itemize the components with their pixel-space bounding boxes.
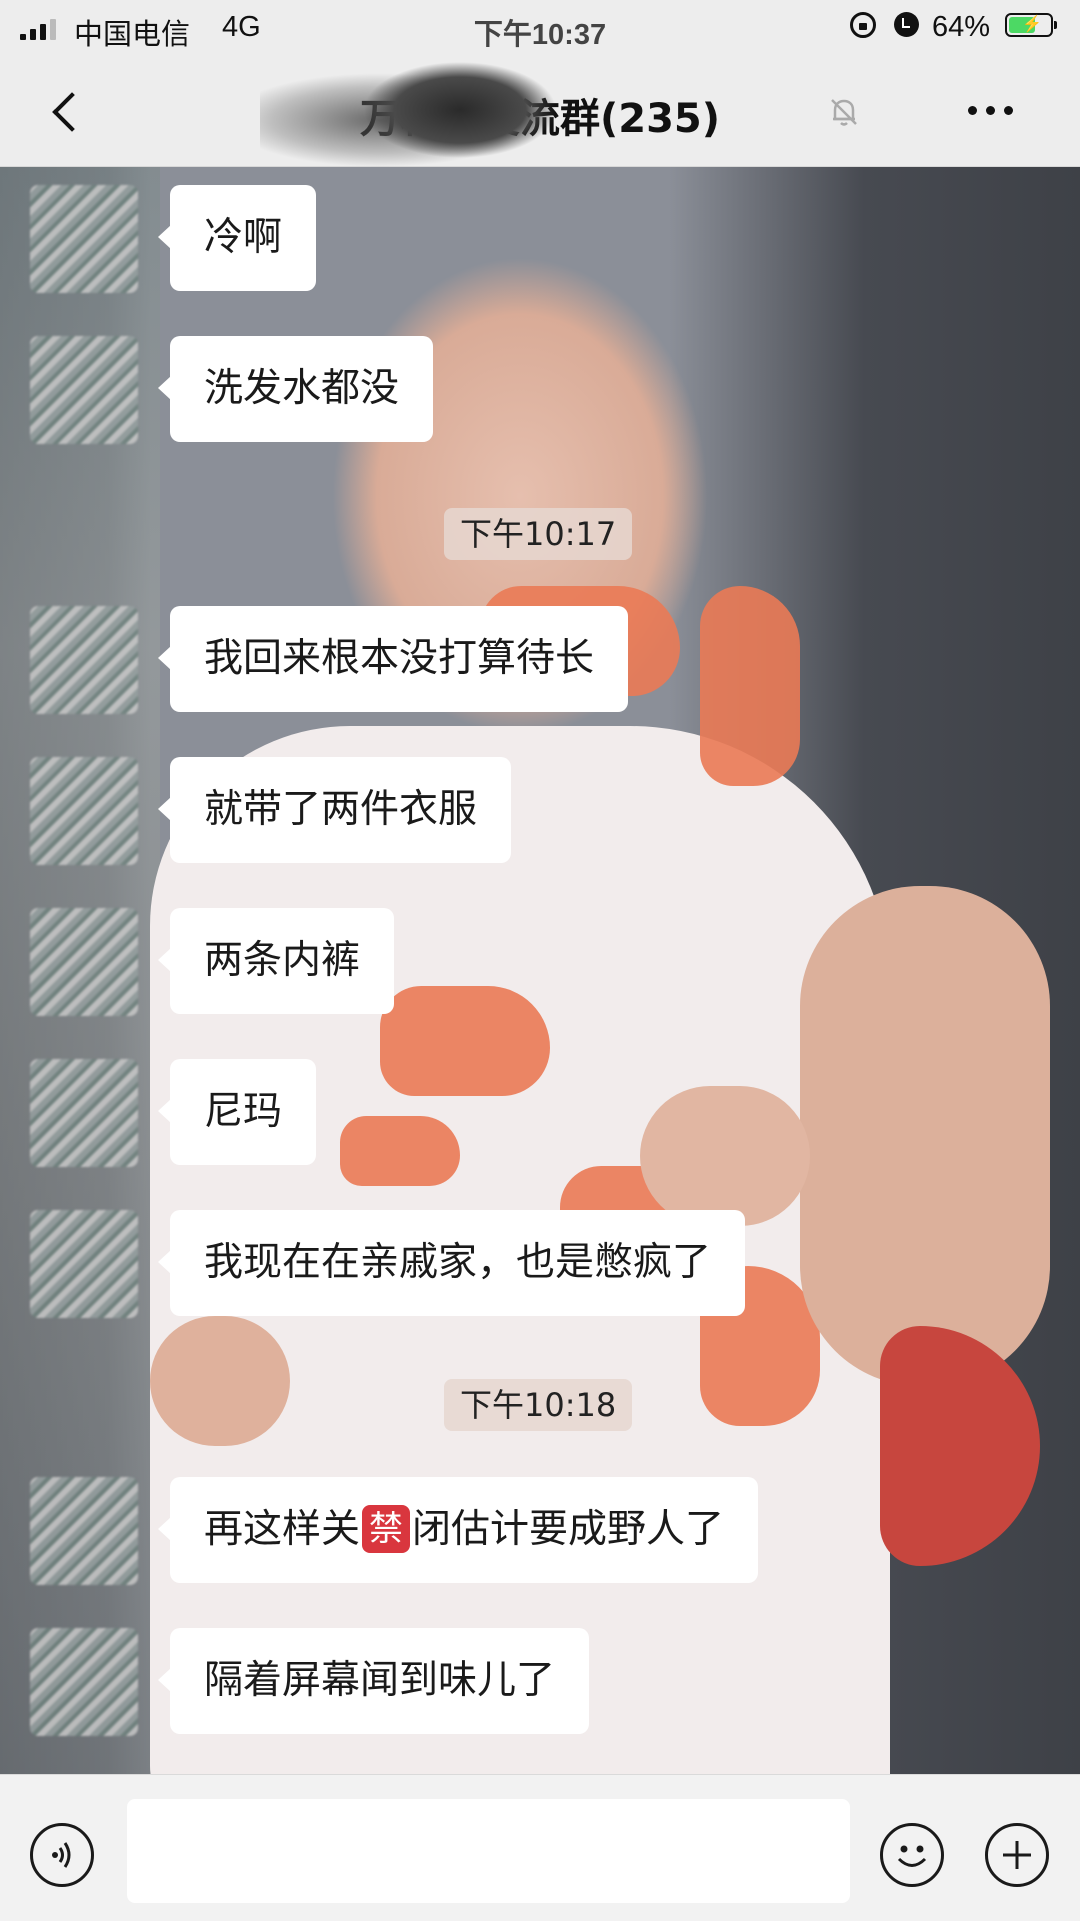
chat-header: 万科…交流群(235) bbox=[0, 56, 1080, 167]
message-text-part: 再这样关 bbox=[204, 1507, 361, 1552]
message-bubble[interactable]: 我回来根本没打算待长 bbox=[157, 606, 629, 712]
message-row: 再这样关禁闭估计要成野人了 bbox=[0, 1471, 1080, 1585]
message-input[interactable] bbox=[127, 1799, 850, 1903]
message-bubble[interactable]: 再这样关禁闭估计要成野人了 bbox=[157, 1477, 759, 1583]
message-bubble[interactable]: 我现在在亲戚家，也是憋疯了 bbox=[157, 1210, 746, 1316]
battery-percent: 64% bbox=[932, 11, 991, 43]
status-bar: 中国电信 4G 下午10:37 64% ⚡ bbox=[0, 0, 1080, 56]
avatar[interactable] bbox=[30, 1210, 138, 1318]
avatar[interactable] bbox=[30, 1477, 138, 1585]
rotation-lock-icon bbox=[850, 12, 876, 38]
message-bubble[interactable]: 尼玛 bbox=[157, 1059, 317, 1165]
alarm-icon bbox=[894, 12, 919, 37]
message-bubble[interactable]: 两条内裤 bbox=[157, 908, 395, 1014]
message-row: 冷啊 bbox=[0, 179, 1080, 293]
plus-icon[interactable] bbox=[985, 1823, 1049, 1887]
avatar[interactable] bbox=[30, 1059, 138, 1167]
time-divider: 下午10:17 bbox=[444, 508, 633, 560]
clock-time: 下午10:37 bbox=[473, 19, 607, 51]
battery-icon: ⚡ bbox=[1005, 13, 1057, 37]
message-row: 我回来根本没打算待长 bbox=[0, 600, 1080, 714]
bell-off-icon bbox=[831, 99, 857, 126]
message-row: 就带了两件衣服 bbox=[0, 751, 1080, 865]
message-row: 我现在在亲戚家，也是憋疯了 bbox=[0, 1204, 1080, 1318]
message-bubble[interactable]: 冷啊 bbox=[157, 185, 317, 291]
avatar[interactable] bbox=[30, 908, 138, 1016]
avatar[interactable] bbox=[30, 185, 138, 293]
message-text-part: 闭估计要成野人了 bbox=[412, 1507, 725, 1552]
message-bubble[interactable]: 就带了两件衣服 bbox=[157, 757, 512, 863]
avatar[interactable] bbox=[30, 757, 138, 865]
message-list[interactable]: 冷啊 洗发水都没 下午10:17 我回来根本没打算待长 就带了两件衣服 两条内裤… bbox=[0, 166, 1080, 1774]
message-bubble[interactable]: 隔着屏幕闻到味儿了 bbox=[157, 1628, 590, 1734]
avatar[interactable] bbox=[30, 336, 138, 444]
chat-title: 万科…交流群(235) bbox=[359, 96, 721, 142]
voice-icon[interactable] bbox=[30, 1823, 94, 1887]
message-bubble[interactable]: 洗发水都没 bbox=[157, 336, 434, 442]
more-dots-icon[interactable] bbox=[968, 106, 1013, 115]
message-row: 尼玛 bbox=[0, 1053, 1080, 1167]
message-row: 两条内裤 bbox=[0, 902, 1080, 1016]
avatar[interactable] bbox=[30, 1628, 138, 1736]
time-divider: 下午10:18 bbox=[444, 1379, 633, 1431]
message-row: 洗发水都没 bbox=[0, 330, 1080, 444]
prohibited-emoji-icon: 禁 bbox=[362, 1504, 411, 1553]
smiley-icon[interactable] bbox=[880, 1823, 944, 1887]
message-row: 隔着屏幕闻到味儿了 bbox=[0, 1622, 1080, 1736]
avatar[interactable] bbox=[30, 606, 138, 714]
input-bar bbox=[0, 1774, 1080, 1921]
